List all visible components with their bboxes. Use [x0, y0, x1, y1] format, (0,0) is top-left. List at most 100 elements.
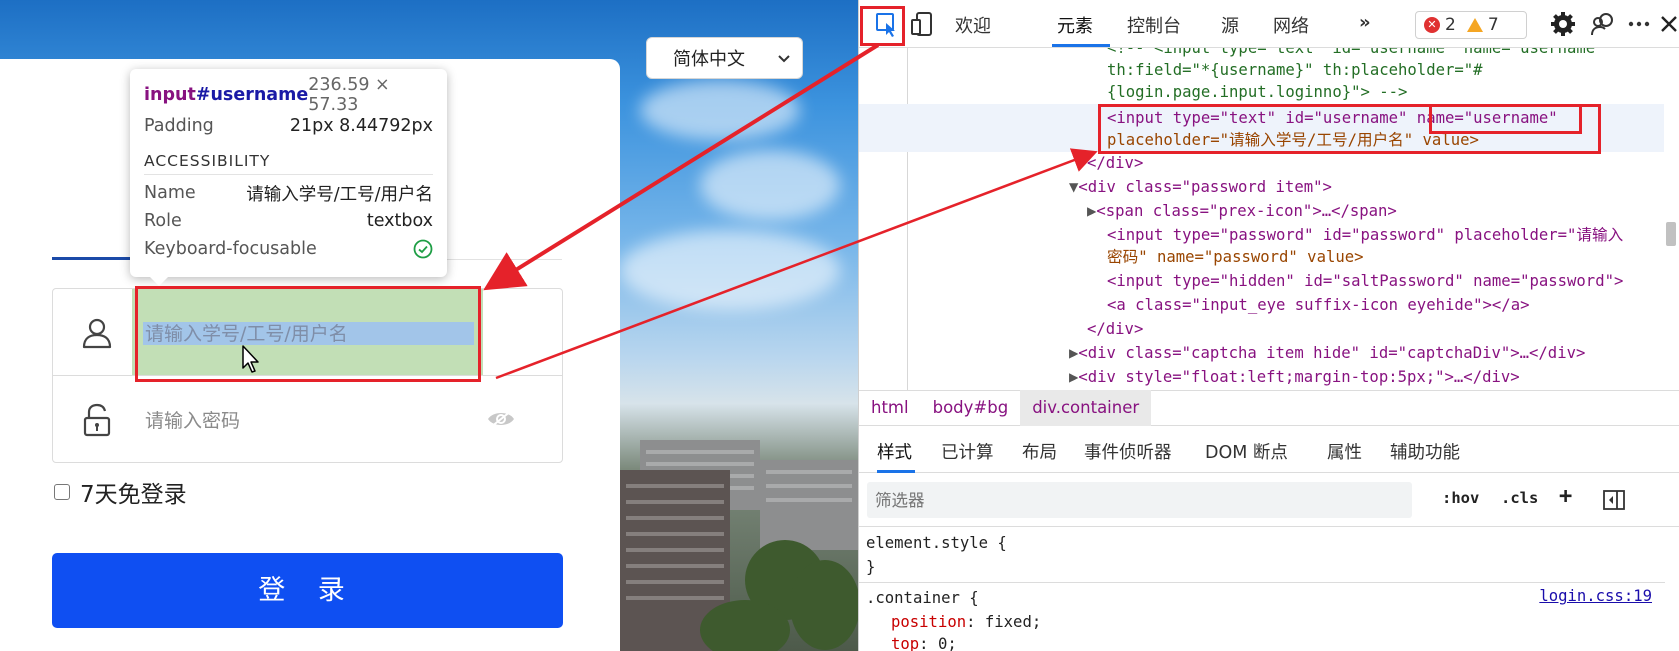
dom-line[interactable]: ▼<div class="password item"> [1069, 175, 1332, 199]
device-emulation-icon[interactable] [909, 10, 937, 38]
tab-properties[interactable]: 属性 [1327, 439, 1362, 464]
tab-styles[interactable]: 样式 [877, 439, 912, 464]
error-count: 2 [1445, 15, 1456, 35]
tab-layout[interactable]: 布局 [1022, 439, 1057, 464]
tree [790, 560, 858, 650]
dom-line-text: <div class="password item"> [1078, 178, 1332, 196]
devtools-panel: 欢迎 元素 控制台 源 网络 » ✕ 2 7 <!-- <input type=… [858, 0, 1679, 651]
feedback-icon[interactable] [1589, 10, 1617, 38]
tooltip-tag: input [144, 85, 196, 105]
password-field: 请输入密码 [52, 375, 563, 463]
breadcrumb-container[interactable]: div.container [1020, 390, 1152, 426]
inspect-element-icon[interactable] [873, 10, 901, 38]
tab-accessibility[interactable]: 辅助功能 [1390, 439, 1460, 464]
remember-label: 7天免登录 [80, 482, 187, 508]
dom-line[interactable]: <input type="hidden" id="saltPassword" n… [1107, 269, 1623, 293]
tooltip-element: input#username [144, 85, 308, 105]
warning-icon [1466, 18, 1483, 32]
dom-line-text: <div class="captcha item hide" id="captc… [1078, 344, 1586, 362]
close-icon[interactable] [1655, 10, 1679, 38]
class-toggle-button[interactable]: .cls [1501, 489, 1538, 507]
login-button[interactable]: 登 录 [52, 553, 563, 628]
dom-line[interactable]: ▶<div class="captcha item hide" id="capt… [1069, 341, 1585, 365]
css-property-value: 0; [937, 635, 957, 651]
container-rule-selector[interactable]: .container { [866, 586, 979, 610]
scrollbar-thumb[interactable] [1666, 222, 1676, 246]
remember-me[interactable]: 7天免登录 [54, 475, 187, 509]
tooltip-padding-value: 21px 8.44792px [289, 116, 433, 136]
more-options-icon[interactable] [1625, 10, 1653, 38]
dom-line[interactable]: </div> [1087, 317, 1143, 341]
gear-icon[interactable] [1549, 10, 1577, 38]
tab-sources[interactable]: 源 [1221, 12, 1239, 38]
breadcrumb-label: div.container [1032, 398, 1140, 417]
css-property[interactable]: top: 0; [891, 632, 957, 651]
check-circle-icon [413, 239, 433, 259]
more-tabs-button[interactable]: » [1359, 12, 1371, 33]
breadcrumb-body[interactable]: body#bg [921, 390, 1021, 426]
dom-line[interactable]: <a class="input_eye suffix-icon eyehide"… [1107, 293, 1529, 317]
tab-console[interactable]: 控制台 [1127, 12, 1181, 38]
gutter-line [907, 48, 908, 390]
building [760, 460, 858, 550]
css-property-name: top [891, 635, 920, 651]
cloud [700, 150, 840, 220]
tooltip-dimensions: 236.59 × 57.33 [308, 75, 390, 115]
dom-tree: <!-- <input type="text" id="username" na… [859, 48, 1679, 390]
filter-input[interactable] [867, 482, 1412, 518]
styles-pane: element.style { } .container { login.css… [859, 528, 1679, 651]
css-property-value: fixed; [984, 613, 1042, 631]
language-select-value: 简体中文 [673, 49, 745, 70]
tab-elements[interactable]: 元素 [1057, 12, 1093, 38]
dom-line[interactable]: ▶<div style="float:left;margin-top:5px;"… [1069, 365, 1520, 389]
tab-dom-breakpoints[interactable]: DOM 断点 [1205, 439, 1288, 464]
source-link[interactable]: login.css:19 [1539, 584, 1652, 608]
tooltip-id: #username [195, 85, 309, 105]
element-style-rule[interactable]: element.style { [866, 531, 1007, 555]
dom-line[interactable]: <input type="password" id="password" pla… [1107, 223, 1623, 247]
tooltip-role-value: textbox [366, 211, 433, 231]
toggle-sidebar-icon[interactable] [1603, 489, 1625, 511]
new-rule-button[interactable]: + [1559, 484, 1572, 509]
filter-bar: :hov .cls + [859, 473, 1679, 527]
breadcrumb-html[interactable]: html [859, 390, 921, 426]
issues-badge[interactable]: ✕ 2 7 [1415, 11, 1527, 39]
breadcrumb-label: body#bg [932, 398, 1009, 417]
dom-line-selected[interactable]: <input type="text" id="username" name="u… [1107, 106, 1558, 130]
username-input[interactable]: 请输入学号/工号/用户名 [145, 319, 348, 346]
dom-line-selected[interactable]: placeholder="请输入学号/工号/用户名" value> [1107, 128, 1479, 152]
password-input[interactable]: 请输入密码 [145, 406, 240, 433]
tooltip-role-label: Role [144, 211, 182, 231]
active-tab-indicator [1052, 44, 1110, 47]
tooltip-focusable-label: Keyboard-focusable [144, 239, 317, 259]
chevron-down-icon [778, 55, 790, 63]
styles-tabs: 样式 已计算 布局 事件侦听器 DOM 断点 属性 辅助功能 [859, 427, 1679, 473]
hover-state-button[interactable]: :hov [1442, 489, 1479, 507]
tooltip-name-label: Name [144, 183, 196, 203]
inspect-tooltip: input#username 236.59 × 57.33 Padding 21… [130, 69, 447, 277]
unlock-icon [83, 403, 111, 437]
rule-divider [859, 582, 1665, 583]
dom-scrollbar[interactable] [1666, 104, 1676, 390]
dom-line[interactable]: {login.page.input.loginno}"> --> [1107, 80, 1407, 104]
language-select[interactable]: 简体中文 [646, 37, 803, 79]
eye-hidden-icon[interactable] [486, 408, 516, 430]
tab-computed[interactable]: 已计算 [941, 439, 994, 464]
tab-network[interactable]: 网络 [1273, 12, 1309, 38]
css-property[interactable]: position: fixed; [891, 610, 1041, 634]
dom-line-text: <div style="float:left;margin-top:5px;">… [1078, 368, 1520, 386]
devtools-toolbar: 欢迎 元素 控制台 源 网络 » ✕ 2 7 [859, 0, 1679, 48]
dom-line[interactable]: ▶<span class="prex-icon">…</span> [1087, 199, 1397, 223]
error-icon: ✕ [1424, 17, 1440, 33]
dom-line[interactable]: th:field="*{username}" th:placeholder="# [1107, 58, 1483, 82]
cloud [620, 230, 840, 310]
tab-welcome[interactable]: 欢迎 [955, 12, 991, 38]
warning-count: 7 [1487, 15, 1499, 35]
dom-line[interactable]: </div> [1087, 151, 1143, 175]
remember-checkbox[interactable] [54, 484, 70, 500]
breadcrumb-label: html [871, 398, 909, 417]
dom-line[interactable]: 密码" name="password" value> [1107, 245, 1364, 269]
tab-event-listeners[interactable]: 事件侦听器 [1084, 439, 1172, 464]
cloud [640, 80, 800, 140]
tooltip-section-title: ACCESSIBILITY [144, 152, 433, 175]
